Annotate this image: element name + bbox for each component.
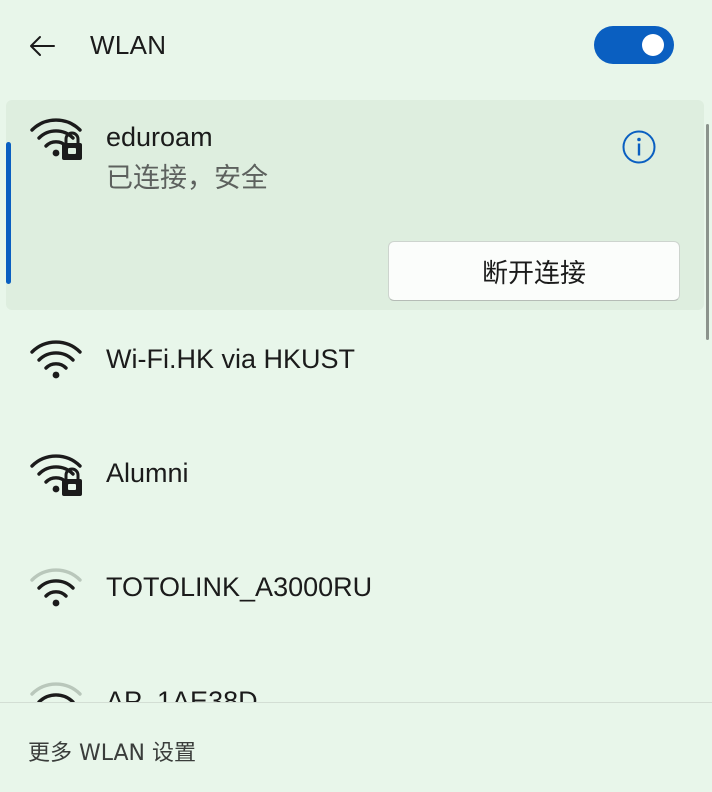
network-name: Wi-Fi.HK via HKUST <box>106 344 355 374</box>
network-item[interactable]: TOTOLINK_A3000RU <box>6 542 704 626</box>
network-status: 已连接，安全 <box>106 163 268 193</box>
network-item[interactable]: AP_1AE38D <box>6 656 704 702</box>
network-name: TOTOLINK_A3000RU <box>106 572 373 602</box>
page-title: WLAN <box>90 30 167 60</box>
back-arrow-icon[interactable] <box>26 30 58 62</box>
wifi-icon <box>28 334 84 384</box>
scrollbar[interactable] <box>706 124 709 340</box>
footer: 更多 WLAN 设置 <box>0 702 712 792</box>
network-name: eduroam <box>106 122 213 152</box>
wifi-medium-icon <box>28 676 84 702</box>
wifi-secured-icon <box>28 448 84 498</box>
network-item-eduroam[interactable]: eduroam 已连接，安全 断开连接 <box>6 100 704 310</box>
network-item[interactable]: Alumni <box>6 428 704 512</box>
header: WLAN <box>0 0 712 92</box>
wifi-secured-icon <box>28 112 84 162</box>
network-name: Alumni <box>106 458 189 488</box>
network-list: eduroam 已连接，安全 断开连接 Wi-Fi.HK via HKUST A… <box>0 92 712 702</box>
wifi-medium-icon <box>28 562 84 612</box>
disconnect-button[interactable]: 断开连接 <box>388 241 680 301</box>
more-wlan-settings-link[interactable]: 更多 WLAN 设置 <box>28 735 196 767</box>
toggle-knob <box>642 34 664 56</box>
wlan-toggle[interactable] <box>594 26 674 64</box>
selection-indicator <box>6 142 11 284</box>
network-item[interactable]: Wi-Fi.HK via HKUST <box>6 314 704 398</box>
info-icon[interactable] <box>620 128 658 166</box>
network-name: AP_1AE38D <box>106 686 258 702</box>
